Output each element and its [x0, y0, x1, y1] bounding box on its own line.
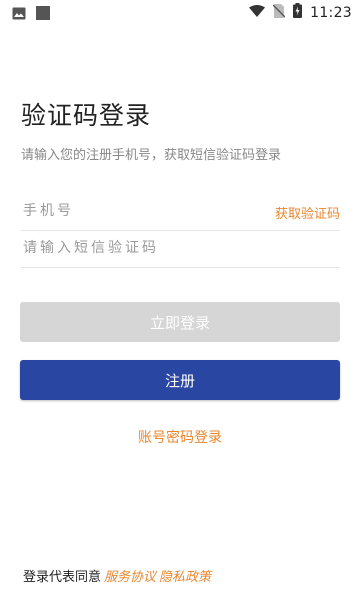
page-title: 验证码登录 [21, 101, 152, 130]
status-bar: 11:23 [0, 0, 360, 24]
login-button[interactable]: 立即登录 [20, 302, 340, 342]
get-code-button[interactable]: 获取验证码 [275, 203, 340, 222]
privacy-policy-link[interactable]: 隐私政策 [159, 570, 211, 585]
battery-charging-icon [293, 3, 303, 22]
wifi-icon [249, 3, 266, 22]
login-content: 验证码登录 请输入您的注册手机号，获取短信验证码登录 获取验证码 立即登录 注册… [0, 60, 360, 600]
service-agreement-link[interactable]: 服务协议 [104, 570, 156, 585]
status-time: 11:23 [310, 4, 352, 21]
phone-field: 获取验证码 [21, 194, 340, 231]
password-login-link[interactable]: 账号密码登录 [0, 427, 360, 447]
password-login-label[interactable]: 账号密码登录 [138, 430, 222, 446]
square-icon [36, 5, 50, 24]
code-field [21, 231, 340, 268]
page-subtitle: 请输入您的注册手机号，获取短信验证码登录 [21, 148, 282, 163]
no-sim-icon [272, 3, 286, 22]
phone-input[interactable] [23, 194, 263, 228]
header-bar [0, 24, 360, 60]
register-button[interactable]: 注册 [20, 360, 340, 400]
agreement-prefix: 登录代表同意 [23, 570, 102, 585]
sms-code-input[interactable] [23, 231, 263, 265]
agreement-text: 登录代表同意 服务协议 隐私政策 [23, 566, 211, 585]
image-icon [12, 5, 26, 24]
